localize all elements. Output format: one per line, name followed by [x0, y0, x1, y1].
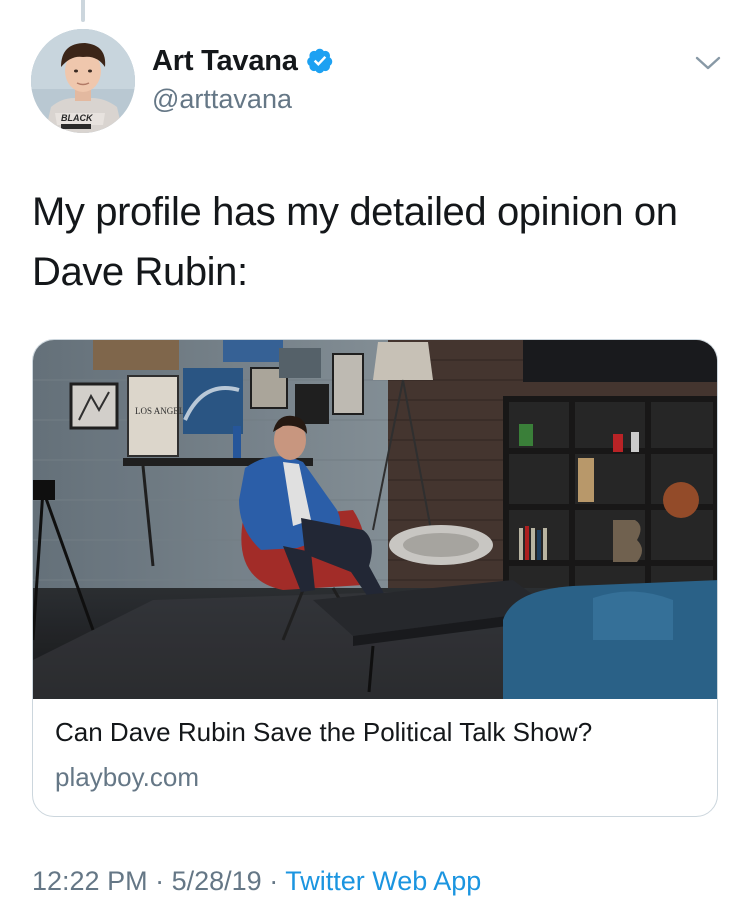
- verified-badge-icon: [306, 48, 332, 74]
- avatar-shirt-text: BLACK: [61, 113, 94, 123]
- tweet-meta: 12:22 PM · 5/28/19 · Twitter Web App: [32, 866, 481, 897]
- tweet-text: My profile has my detailed opinion on Da…: [32, 190, 678, 294]
- tweet-date[interactable]: 5/28/19: [172, 866, 262, 896]
- meta-separator: ·: [155, 866, 165, 896]
- link-preview-card[interactable]: LOS ANGELES Can Dave Rubin Save the Poli…: [32, 339, 718, 817]
- avatar[interactable]: BLACK: [31, 29, 135, 133]
- thread-connector-line: [81, 0, 85, 22]
- author-handle[interactable]: @arttavana: [152, 84, 292, 115]
- tweet-detail: BLACK Art Tavana @arttavana My profile h…: [0, 0, 749, 918]
- card-image[interactable]: LOS ANGELES: [33, 340, 717, 699]
- card-title[interactable]: Can Dave Rubin Save the Political Talk S…: [55, 717, 592, 748]
- meta-separator-2: ·: [269, 866, 279, 896]
- chevron-down-icon[interactable]: [694, 52, 722, 74]
- card-domain: playboy.com: [55, 762, 200, 792]
- tweet-time[interactable]: 12:22 PM: [32, 866, 148, 896]
- avatar-image: BLACK: [31, 29, 135, 133]
- tweet-source-link[interactable]: Twitter Web App: [285, 866, 481, 896]
- author-name-row[interactable]: Art Tavana: [152, 44, 334, 78]
- author-display-name[interactable]: Art Tavana: [152, 45, 298, 78]
- card-photo: LOS ANGELES: [33, 340, 717, 699]
